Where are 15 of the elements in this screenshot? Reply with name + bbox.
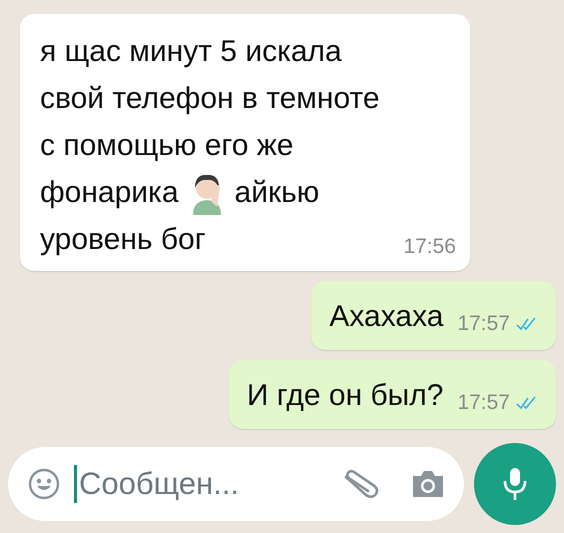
message-text: с помощью его же [40, 128, 294, 164]
message-text: уровень бог [40, 222, 206, 258]
emoji-icon[interactable] [28, 468, 60, 500]
message-time: 17:57 [457, 391, 510, 415]
message-text: айкью [234, 175, 320, 211]
message-text: фонарика [40, 175, 179, 211]
message-time: 17:56 [403, 235, 456, 259]
message-text: свой телефон в темноте [40, 81, 380, 117]
message-text: Ахахаха [329, 299, 444, 335]
message-text: я щас минут 5 искала [40, 34, 342, 70]
input-bar[interactable]: Сообщен... [8, 447, 464, 521]
message-time: 17:57 [457, 312, 510, 336]
camera-icon[interactable] [410, 469, 446, 499]
message-text: И где он был? [246, 378, 444, 414]
microphone-icon [503, 467, 527, 501]
